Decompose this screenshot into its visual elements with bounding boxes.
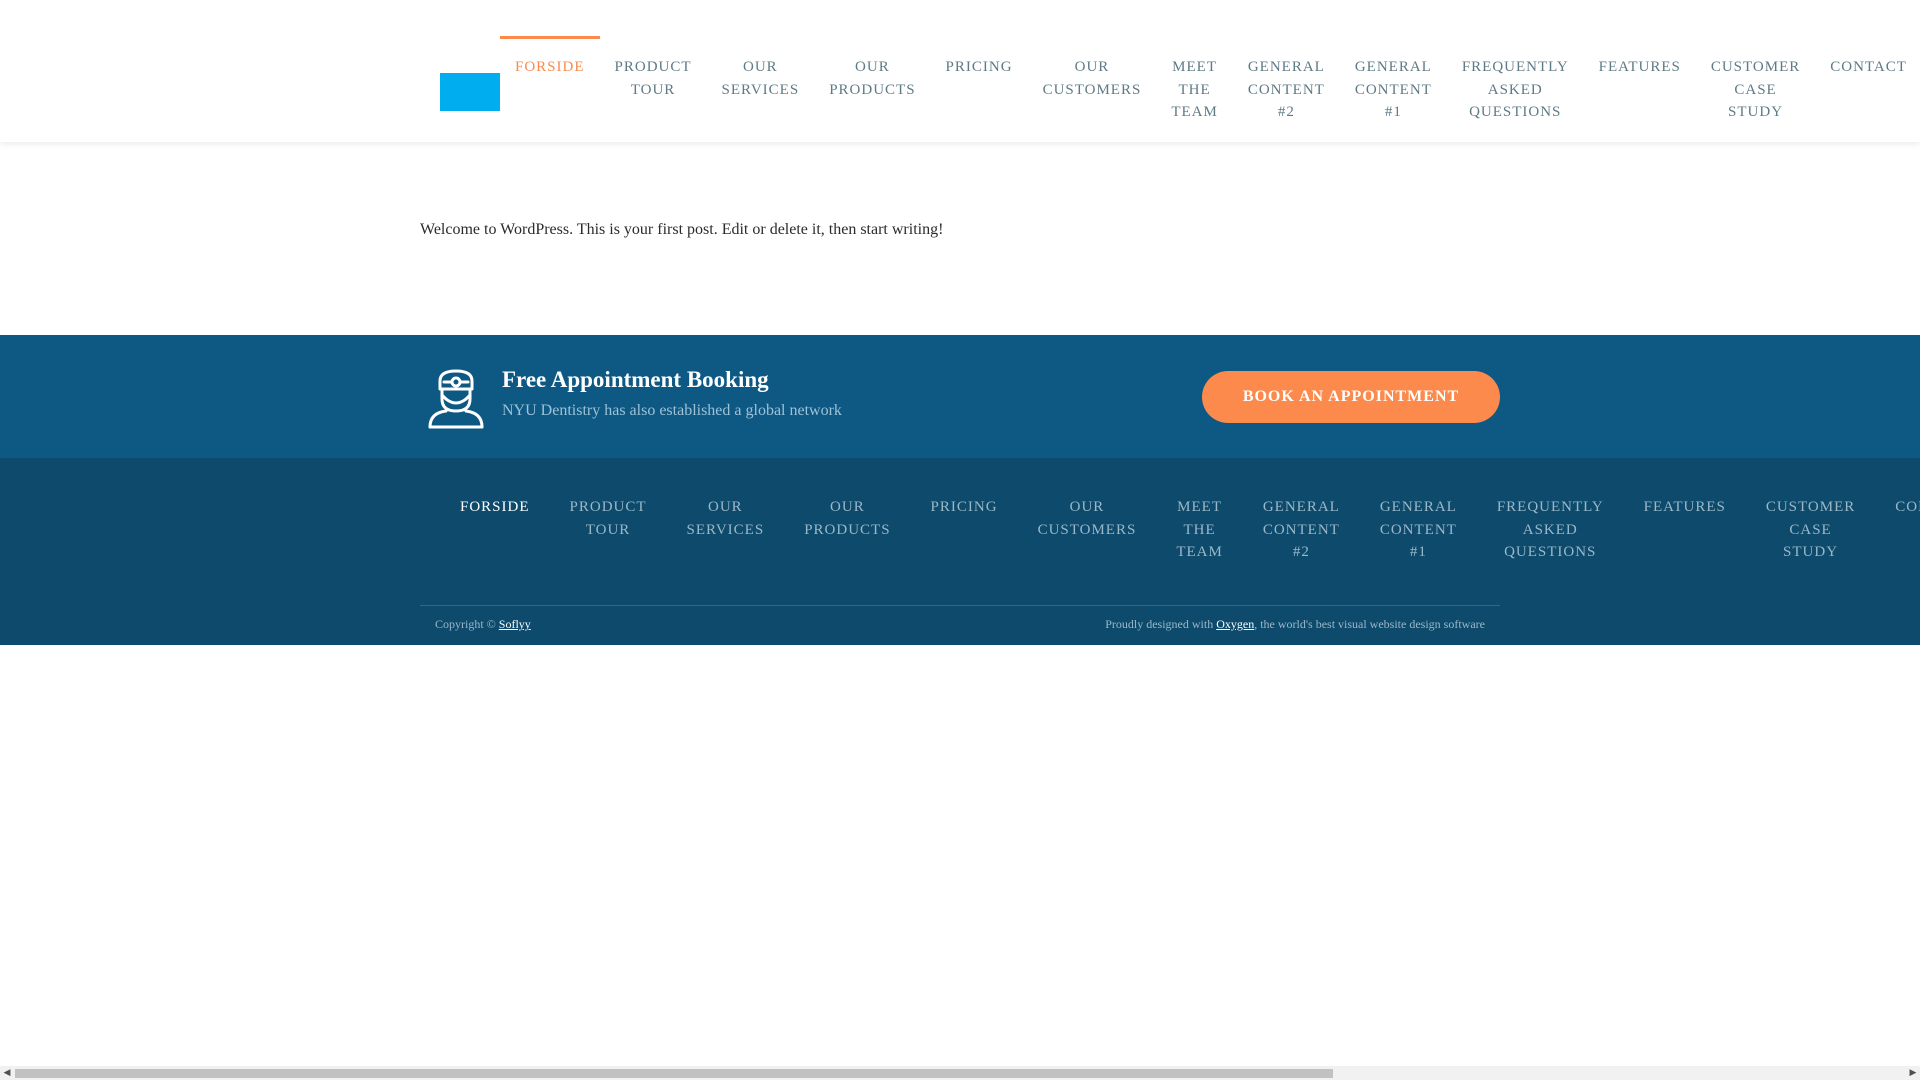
footer-nav-item-pricing[interactable]: PRICING	[911, 496, 1018, 519]
footer-nav-item-general-content-2[interactable]: GENERAL CONTENT #2	[1243, 496, 1360, 564]
nav-item-product-tour[interactable]: PRODUCT TOUR	[600, 36, 707, 101]
nav-item-our-customers[interactable]: OUR CUSTOMERS	[1028, 36, 1157, 101]
scroll-right-arrow-icon[interactable]: ▶	[1906, 1066, 1920, 1080]
site-logo[interactable]	[440, 73, 500, 111]
nav-item-our-products[interactable]: OUR PRODUCTS	[814, 36, 930, 101]
footer-navigation: FORSIDE PRODUCT TOUR OUR SERVICES OUR PRODUCTS…	[440, 496, 1920, 564]
soflyy-link[interactable]: Soflyy	[499, 617, 531, 631]
nav-item-general-content-1[interactable]: GENERAL CONTENT #1	[1340, 36, 1447, 124]
footer-nav-item-frequently-asked-questions[interactable]: FREQUENTLY ASKED QUESTIONS	[1477, 496, 1624, 564]
dentist-icon	[428, 369, 484, 429]
cta-title: Free Appointment Booking	[502, 367, 769, 392]
footer-nav-item-product-tour[interactable]: PRODUCT TOUR	[550, 496, 667, 541]
footer-nav-item-meet-the-team[interactable]: MEET THE TEAM	[1156, 496, 1243, 564]
credits-prefix: Proudly designed with	[1105, 617, 1217, 631]
appointment-banner: Free Appointment Booking NYU Dentistry h…	[0, 335, 1920, 458]
footer-nav-item-general-content-1[interactable]: GENERAL CONTENT #1	[1360, 496, 1477, 564]
nav-item-features[interactable]: FEATURES	[1584, 36, 1696, 79]
copyright-prefix: Copyright ©	[435, 617, 499, 631]
nav-item-our-services[interactable]: OUR SERVICES	[707, 36, 815, 101]
nav-item-forside[interactable]: FORSIDE	[500, 36, 600, 79]
nav-item-general-content-2[interactable]: GENERAL CONTENT #2	[1233, 36, 1340, 124]
site-footer: FORSIDE PRODUCT TOUR OUR SERVICES OUR PRODUCTS…	[0, 458, 1920, 645]
credits-suffix: , the world's best visual website design…	[1254, 617, 1485, 631]
nav-item-frequently-asked-questions[interactable]: FREQUENTLY ASKED QUESTIONS	[1447, 36, 1584, 124]
cta-subtitle: NYU Dentistry has also established a glo…	[502, 402, 842, 419]
footer-nav-item-contact[interactable]: CONTACT	[1875, 496, 1920, 519]
site-header: FORSIDE PRODUCT TOUR OUR SERVICES OUR PRODUCTS…	[0, 0, 1920, 142]
footer-nav-item-customer-case-study[interactable]: CUSTOMER CASE STUDY	[1746, 496, 1875, 564]
horizontal-scrollbar[interactable]: ◀ ▶	[0, 1066, 1920, 1080]
scrollbar-thumb[interactable]	[15, 1069, 1333, 1078]
footer-nav-item-forside[interactable]: FORSIDE	[440, 496, 550, 519]
footer-divider	[420, 605, 1500, 606]
nav-item-customer-case-study[interactable]: CUSTOMER CASE STUDY	[1696, 36, 1815, 124]
credits-text: Proudly designed with Oxygen, the world'…	[1105, 617, 1485, 632]
footer-nav-item-our-customers[interactable]: OUR CUSTOMERS	[1018, 496, 1157, 541]
copyright-text: Copyright © Soflyy	[435, 617, 531, 632]
footer-nav-item-our-products[interactable]: OUR PRODUCTS	[784, 496, 910, 541]
scroll-left-arrow-icon[interactable]: ◀	[0, 1066, 14, 1080]
footer-nav-item-features[interactable]: FEATURES	[1624, 496, 1746, 519]
book-appointment-button[interactable]: BOOK AN APPOINTMENT	[1202, 371, 1500, 423]
nav-item-contact[interactable]: CONTACT	[1815, 36, 1920, 79]
oxygen-link[interactable]: Oxygen	[1216, 617, 1254, 631]
nav-item-pricing[interactable]: PRICING	[931, 36, 1028, 79]
nav-item-meet-the-team[interactable]: MEET THE TEAM	[1156, 36, 1233, 124]
post-excerpt: Welcome to WordPress. This is your first…	[420, 221, 944, 238]
main-navigation: FORSIDE PRODUCT TOUR OUR SERVICES OUR PRODUCTS…	[500, 36, 1920, 124]
footer-nav-item-our-services[interactable]: OUR SERVICES	[667, 496, 785, 541]
